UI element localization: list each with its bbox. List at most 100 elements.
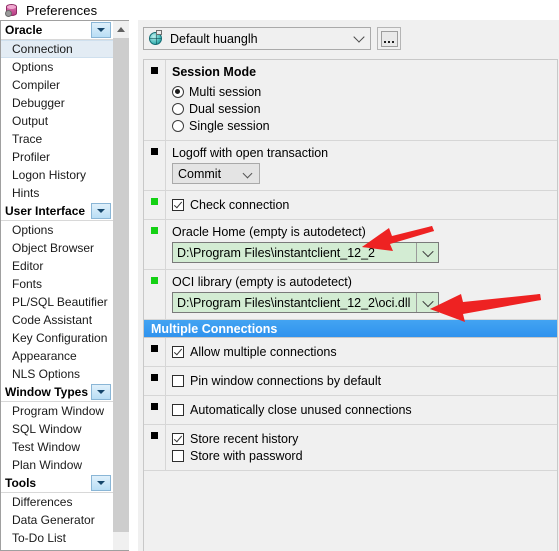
sidebar-item-logon-history[interactable]: Logon History	[1, 166, 113, 184]
sidebar-item-sql-window[interactable]: SQL Window	[1, 420, 113, 438]
settings-list: Session Mode Multi session Dual session …	[143, 59, 558, 551]
setting-marker-cell	[144, 191, 166, 219]
setting-marker-cell	[144, 270, 166, 319]
radio-icon[interactable]	[172, 102, 184, 115]
sidebar-group-label: Window Types	[5, 385, 89, 399]
sidebar-group-tools[interactable]: Tools	[1, 474, 113, 493]
checkbox-icon-checked[interactable]	[172, 432, 184, 445]
scroll-up-arrow-icon[interactable]	[113, 21, 129, 38]
sidebar-scrollbar[interactable]	[113, 20, 129, 551]
radio-single-session[interactable]: Single session	[172, 117, 557, 134]
checkbox-pin-window-connections[interactable]: Pin window connections by default	[172, 372, 557, 389]
modified-value-marker	[151, 198, 158, 205]
sidebar-item-program-window[interactable]: Program Window	[1, 402, 113, 420]
checkbox-icon[interactable]	[172, 449, 184, 462]
sidebar-item-recall-statement[interactable]: Recall Statement	[1, 547, 113, 550]
oracle-home-value: D:\Program Files\instantclient_12_2	[177, 245, 376, 260]
sidebar-item-appearance[interactable]: Appearance	[1, 347, 113, 365]
sidebar-group-label: User Interface	[5, 204, 86, 218]
sidebar-group-oracle[interactable]: Oracle	[1, 21, 113, 40]
checkbox-allow-multiple-connections[interactable]: Allow multiple connections	[172, 343, 557, 360]
sidebar-item-connection[interactable]: Connection	[1, 40, 113, 58]
window-title: Preferences	[26, 2, 98, 18]
section-header-multiple-connections: Multiple Connections	[144, 320, 557, 338]
oracle-home-input[interactable]: D:\Program Files\instantclient_12_2	[172, 242, 439, 263]
radio-icon[interactable]	[172, 119, 184, 132]
checkbox-label: Pin window connections by default	[190, 373, 382, 388]
checkbox-auto-close-unused[interactable]: Automatically close unused connections	[172, 401, 557, 418]
chevron-down-icon[interactable]	[91, 384, 111, 400]
default-value-marker	[151, 345, 158, 352]
chevron-down-icon[interactable]	[416, 293, 438, 312]
sidebar-group-label: Tools	[5, 476, 37, 490]
session-mode-title: Session Mode	[172, 65, 257, 79]
sidebar-item-options[interactable]: Options	[1, 58, 113, 76]
sidebar-item-output[interactable]: Output	[1, 112, 113, 130]
chevron-down-icon[interactable]	[91, 22, 111, 38]
sidebar-item-object-browser[interactable]: Object Browser	[1, 239, 113, 257]
sidebar-item-differences[interactable]: Differences	[1, 493, 113, 511]
modified-value-marker	[151, 277, 158, 284]
checkbox-store-with-password[interactable]: Store with password	[172, 447, 557, 464]
radio-icon-selected[interactable]	[172, 85, 184, 98]
logoff-select[interactable]: Commit	[172, 163, 260, 184]
checkbox-label: Allow multiple connections	[190, 344, 337, 359]
sidebar-item-plan-window[interactable]: Plan Window	[1, 456, 113, 474]
sidebar-item-key-configuration[interactable]: Key Configuration	[1, 329, 113, 347]
oci-library-input[interactable]: D:\Program Files\instantclient_12_2\oci.…	[172, 292, 439, 313]
sidebar-item-editor[interactable]: Editor	[1, 257, 113, 275]
sidebar-item-fonts[interactable]: Fonts	[1, 275, 113, 293]
checkbox-icon[interactable]	[172, 403, 184, 416]
default-value-marker	[151, 403, 158, 410]
sidebar-item-plsql-beautifier[interactable]: PL/SQL Beautifier	[1, 293, 113, 311]
sidebar-item-test-window[interactable]: Test Window	[1, 438, 113, 456]
sidebar-group-user-interface[interactable]: User Interface	[1, 202, 113, 221]
default-value-marker	[151, 148, 158, 155]
profile-row: Default huanglh	[143, 27, 401, 50]
panel-divider	[129, 20, 138, 551]
default-value-marker	[151, 432, 158, 439]
checkbox-store-recent-history[interactable]: Store recent history	[172, 430, 557, 447]
chevron-down-icon[interactable]	[91, 475, 111, 491]
setting-row-session-mode: Session Mode Multi session Dual session …	[144, 60, 557, 141]
chevron-down-icon[interactable]	[416, 243, 438, 262]
modified-value-marker	[151, 227, 158, 234]
sidebar-item-code-assistant[interactable]: Code Assistant	[1, 311, 113, 329]
profile-select[interactable]: Default huanglh	[143, 27, 371, 50]
chevron-down-icon[interactable]	[353, 30, 365, 43]
logoff-value: Commit	[178, 166, 222, 181]
sidebar-item-compiler[interactable]: Compiler	[1, 76, 113, 94]
sidebar-item-hints[interactable]: Hints	[1, 184, 113, 202]
radio-multi-session[interactable]: Multi session	[172, 83, 557, 100]
setting-row-check-connection: Check connection	[144, 191, 557, 220]
sidebar-item-trace[interactable]: Trace	[1, 130, 113, 148]
sidebar-item-data-generator[interactable]: Data Generator	[1, 511, 113, 529]
setting-marker-cell	[144, 141, 166, 190]
checkbox-icon-checked[interactable]	[172, 198, 184, 211]
checkbox-check-connection[interactable]: Check connection	[172, 196, 557, 213]
scrollbar-thumb[interactable]	[113, 38, 129, 532]
profile-more-button[interactable]	[377, 27, 401, 50]
preferences-sidebar[interactable]: Oracle Connection Options Compiler Debug…	[0, 20, 113, 551]
radio-dual-session[interactable]: Dual session	[172, 100, 557, 117]
setting-marker-cell	[144, 367, 166, 395]
checkbox-icon-checked[interactable]	[172, 345, 184, 358]
sidebar-item-ui-options[interactable]: Options	[1, 221, 113, 239]
sidebar-group-window-types[interactable]: Window Types	[1, 383, 113, 402]
logoff-label: Logoff with open transaction	[172, 146, 329, 160]
sidebar-group-label: Oracle	[5, 23, 43, 37]
setting-row-oracle-home: Oracle Home (empty is autodetect) D:\Pro…	[144, 220, 557, 270]
sidebar-item-debugger[interactable]: Debugger	[1, 94, 113, 112]
sidebar-item-nls-options[interactable]: NLS Options	[1, 365, 113, 383]
chevron-down-icon[interactable]	[91, 203, 111, 219]
chevron-down-icon[interactable]	[242, 168, 253, 179]
checkbox-icon[interactable]	[172, 374, 184, 387]
checkbox-label: Check connection	[190, 197, 290, 212]
preferences-content-panel: Default huanglh Session Mode Multi sessi…	[138, 20, 559, 551]
profile-value: Default huanglh	[170, 31, 258, 46]
radio-label: Dual session	[189, 101, 261, 116]
setting-marker-cell	[144, 60, 166, 140]
sidebar-item-profiler[interactable]: Profiler	[1, 148, 113, 166]
sidebar-item-to-do-list[interactable]: To-Do List	[1, 529, 113, 547]
database-gear-icon	[5, 3, 20, 18]
